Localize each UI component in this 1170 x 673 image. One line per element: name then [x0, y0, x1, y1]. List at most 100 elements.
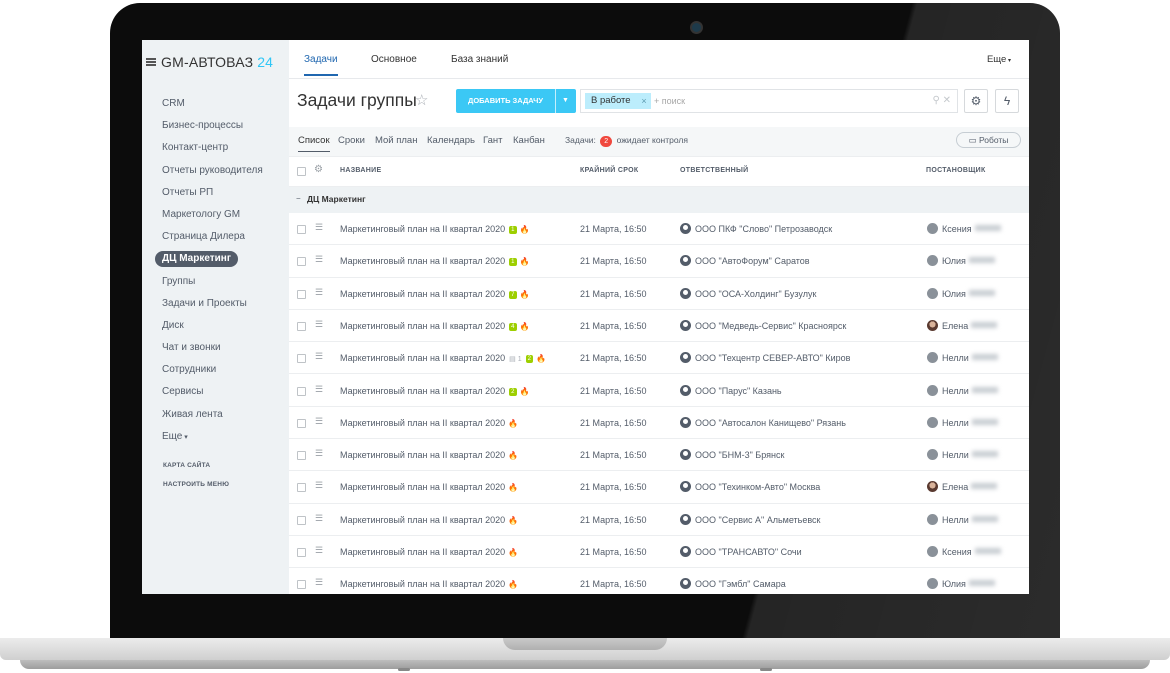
row-checkbox[interactable]: [297, 257, 306, 267]
table-row[interactable]: ☰ Маркетинговый план на II квартал 2020 2 🔥…: [289, 375, 1029, 407]
view-tab-list[interactable]: Список: [298, 135, 330, 152]
row-checkbox[interactable]: [297, 321, 306, 331]
star-icon[interactable]: ☆: [415, 91, 428, 109]
search-filter-input[interactable]: В работе × + поиск ⚲ ✕: [580, 89, 958, 113]
gear-icon[interactable]: ⚙: [314, 164, 323, 175]
tab-knowledge-base[interactable]: База знаний: [451, 54, 508, 65]
table-row[interactable]: ☰ Маркетинговый план на II квартал 2020 🔥 2…: [289, 504, 1029, 536]
select-all-checkbox[interactable]: [297, 167, 306, 176]
table-row[interactable]: ☰ Маркетинговый план на II квартал 2020 7 🔥…: [289, 278, 1029, 310]
task-responsible[interactable]: ООО "ОСА-Холдинг" Бузулук: [680, 287, 816, 299]
sidebar-item[interactable]: Задачи и Проекты: [142, 293, 289, 315]
task-creator[interactable]: Ксения: [927, 546, 1001, 557]
task-name[interactable]: Маркетинговый план на II квартал 2020 🔥: [340, 547, 518, 557]
add-task-button[interactable]: ДОБАВИТЬ ЗАДАЧУ ▼: [456, 89, 576, 113]
task-deadline[interactable]: 21 Марта, 16:50: [580, 224, 646, 234]
task-responsible[interactable]: ООО "Техинком-Авто" Москва: [680, 481, 820, 493]
task-creator[interactable]: Елена: [927, 481, 998, 493]
task-responsible[interactable]: ООО "Гэмбл" Самара: [680, 578, 786, 590]
lightning-icon[interactable]: ϟ: [995, 89, 1019, 113]
table-row[interactable]: ☰ Маркетинговый план на II квартал 2020 🔥 2…: [289, 439, 1029, 472]
task-name[interactable]: Маркетинговый план на II квартал 2020 ▤ 1…: [340, 353, 546, 364]
search-icon[interactable]: ⚲ ✕: [933, 93, 951, 109]
drag-handle-icon[interactable]: ☰: [315, 513, 323, 524]
drag-handle-icon[interactable]: ☰: [315, 351, 323, 362]
row-checkbox[interactable]: [297, 386, 306, 396]
task-deadline[interactable]: 21 Марта, 16:50: [580, 386, 646, 396]
robots-button[interactable]: ▭ Роботы: [956, 132, 1021, 148]
drag-handle-icon[interactable]: ☰: [315, 222, 323, 233]
configure-menu-link[interactable]: НАСТРОИТЬ МЕНЮ: [142, 475, 289, 494]
task-creator[interactable]: Нелли: [927, 416, 998, 428]
drag-handle-icon[interactable]: ☰: [315, 545, 323, 556]
site-map-link[interactable]: КАРТА САЙТА: [142, 456, 289, 475]
task-responsible[interactable]: ООО ПКФ "Слово" Петрозаводск: [680, 223, 832, 234]
table-row[interactable]: ☰ Маркетинговый план на II квартал 2020 4 🔥…: [289, 310, 1029, 343]
task-creator[interactable]: Юлия: [927, 255, 995, 267]
sidebar-item[interactable]: Страница Дилера: [142, 226, 289, 248]
task-name[interactable]: Маркетинговый план на II квартал 2020 🔥: [340, 450, 518, 460]
task-name[interactable]: Маркетинговый план на II квартал 2020 🔥: [340, 579, 518, 589]
task-responsible[interactable]: ООО "БНМ-3" Брянск: [680, 449, 784, 461]
task-creator[interactable]: Юлия: [927, 287, 995, 299]
task-creator[interactable]: Нелли: [927, 352, 998, 364]
row-checkbox[interactable]: [297, 451, 306, 461]
drag-handle-icon[interactable]: ☰: [315, 448, 323, 459]
task-creator[interactable]: Нелли: [927, 513, 998, 525]
sidebar-item[interactable]: Группы: [142, 271, 289, 293]
task-deadline[interactable]: 21 Марта, 16:50: [580, 353, 646, 363]
row-checkbox[interactable]: [297, 515, 306, 525]
group-row[interactable]: − ДЦ Маркетинг: [289, 187, 1029, 213]
task-name[interactable]: Маркетинговый план на II квартал 2020 7 🔥: [340, 289, 529, 299]
task-name[interactable]: Маркетинговый план на II квартал 2020 1 🔥: [340, 256, 529, 267]
row-checkbox[interactable]: [297, 418, 306, 428]
drag-handle-icon[interactable]: ☰: [315, 480, 323, 491]
task-name[interactable]: Маркетинговый план на II квартал 2020 2 🔥: [340, 386, 529, 396]
task-creator[interactable]: Нелли: [927, 449, 998, 461]
tasks-counter[interactable]: Задачи: 2 ожидает контроля: [565, 135, 688, 147]
task-deadline[interactable]: 21 Марта, 16:50: [580, 289, 646, 299]
column-header-responsible[interactable]: ОТВЕТСТВЕННЫЙ: [680, 167, 749, 174]
view-tab-calendar[interactable]: Календарь: [427, 135, 475, 146]
sidebar-item[interactable]: Отчеты руководителя: [142, 160, 289, 182]
sidebar-item[interactable]: Контакт-центр: [142, 137, 289, 159]
table-row[interactable]: ☰ Маркетинговый план на II квартал 2020 ▤ …: [289, 342, 1029, 375]
sidebar-item[interactable]: Еще: [142, 426, 289, 448]
row-checkbox[interactable]: [297, 289, 306, 299]
sidebar-item[interactable]: ДЦ Маркетинг: [142, 248, 289, 270]
task-responsible[interactable]: ООО "Автосалон Канищево" Рязань: [680, 416, 846, 428]
task-creator[interactable]: Ксения: [927, 223, 1001, 234]
task-responsible[interactable]: ООО "Парус" Казань: [680, 384, 782, 396]
sidebar-item[interactable]: Живая лента: [142, 404, 289, 426]
settings-gear-icon[interactable]: ⚙: [964, 89, 988, 113]
collapse-icon[interactable]: −: [296, 194, 301, 203]
tab-tasks[interactable]: Задачи: [304, 54, 338, 76]
task-name[interactable]: Маркетинговый план на II квартал 2020 🔥: [340, 482, 518, 492]
table-row[interactable]: ☰ Маркетинговый план на II квартал 2020 🔥 2…: [289, 536, 1029, 569]
table-row[interactable]: ☰ Маркетинговый план на II квартал 2020 🔥 2…: [289, 407, 1029, 440]
task-responsible[interactable]: ООО "Техцентр СЕВЕР-АВТО" Киров: [680, 352, 850, 364]
row-checkbox[interactable]: [297, 548, 306, 557]
table-row[interactable]: ☰ Маркетинговый план на II квартал 2020 🔥 2…: [289, 568, 1029, 594]
sidebar-item[interactable]: Отчеты РП: [142, 182, 289, 204]
task-deadline[interactable]: 21 Марта, 16:50: [580, 321, 646, 331]
table-row[interactable]: ☰ Маркетинговый план на II квартал 2020 🔥 2…: [289, 471, 1029, 504]
drag-handle-icon[interactable]: ☰: [315, 254, 323, 265]
sidebar-item[interactable]: Бизнес-процессы: [142, 115, 289, 137]
drag-handle-icon[interactable]: ☰: [315, 319, 323, 330]
table-row[interactable]: ☰ Маркетинговый план на II квартал 2020 1 🔥…: [289, 245, 1029, 278]
sidebar-item[interactable]: Сервисы: [142, 381, 289, 403]
drag-handle-icon[interactable]: ☰: [315, 577, 323, 588]
chevron-down-icon[interactable]: ▼: [562, 89, 569, 113]
sidebar-item[interactable]: Диск: [142, 315, 289, 337]
task-deadline[interactable]: 21 Марта, 16:50: [580, 418, 646, 428]
task-deadline[interactable]: 21 Марта, 16:50: [580, 515, 646, 525]
task-deadline[interactable]: 21 Марта, 16:50: [580, 482, 646, 492]
drag-handle-icon[interactable]: ☰: [315, 416, 323, 427]
task-responsible[interactable]: ООО "ТРАНСАВТО" Сочи: [680, 546, 802, 557]
task-responsible[interactable]: ООО "АвтоФорум" Саратов: [680, 255, 810, 267]
task-name[interactable]: Маркетинговый план на II квартал 2020 1 🔥: [340, 224, 529, 234]
task-deadline[interactable]: 21 Марта, 16:50: [580, 547, 646, 557]
task-creator[interactable]: Юлия: [927, 578, 995, 590]
task-creator[interactable]: Елена: [927, 319, 998, 331]
